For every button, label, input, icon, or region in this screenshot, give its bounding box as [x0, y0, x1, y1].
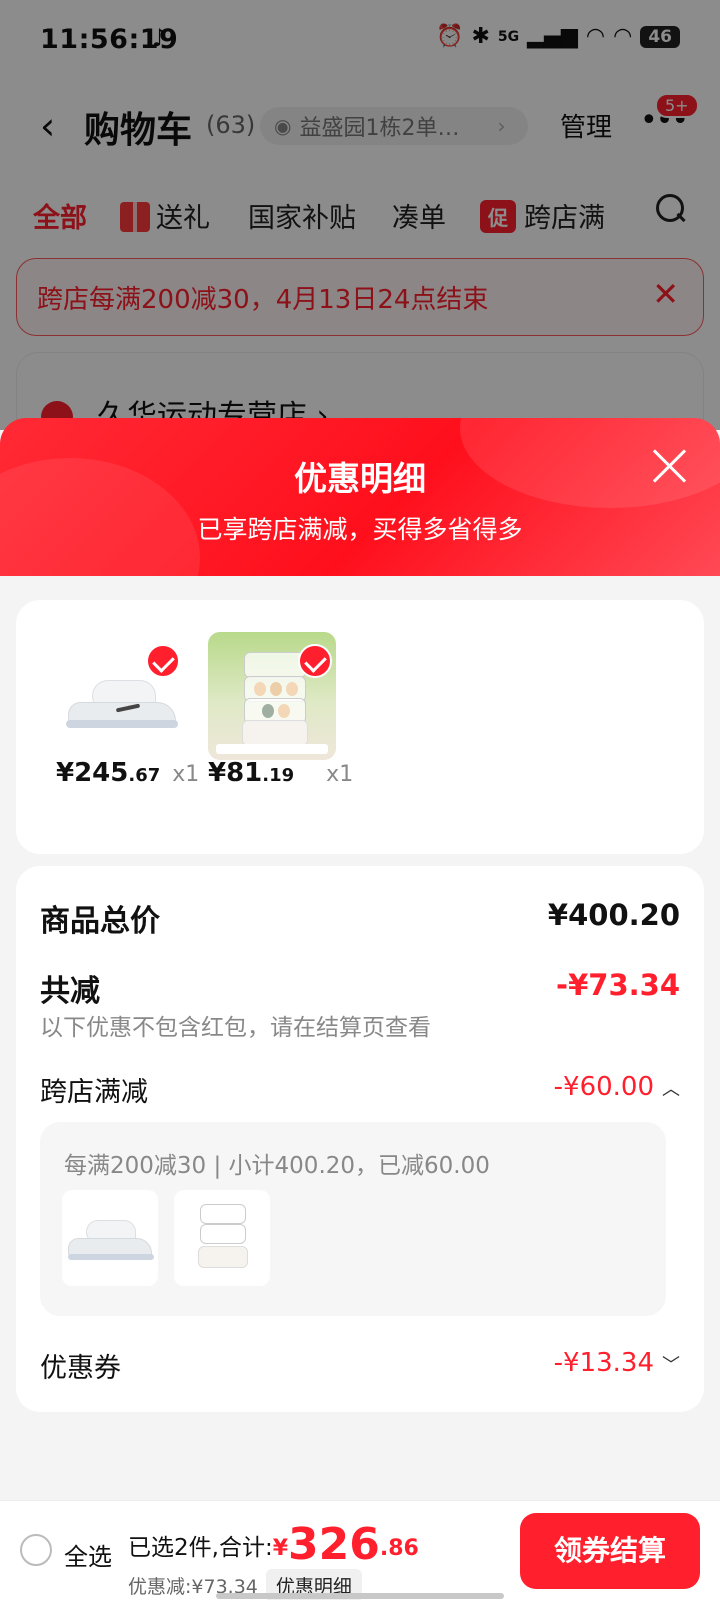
reduce-hint: 以下优惠不包含红包，请在结算页查看 [40, 1015, 431, 1041]
total-reduce-value: -¥73.34 [556, 968, 680, 1002]
select-all-label[interactable]: 全选 [64, 1537, 112, 1572]
selected-total: 已选2件,合计:¥326.86 [128, 1519, 419, 1570]
discount-sheet-header: 优惠明细 已享跨店满减，买得多省得多 [0, 418, 720, 576]
total-reduce-label: 共减 [40, 974, 100, 1009]
thumb-steamer [174, 1190, 270, 1286]
product-image-steamer [208, 632, 336, 760]
total-price-label: 商品总价 [40, 904, 160, 939]
chevron-up-icon: ︿ [662, 1079, 680, 1100]
cart-page-background: 11:56:19 ♪ ⏰ ✱ 5G ▂▄▆ ◠ ◠ 46 ‹ 购物车 (63) … [0, 0, 720, 472]
product-image-shoe [56, 632, 184, 760]
product-item-steamer[interactable] [208, 632, 336, 760]
product-item-shoe[interactable] [56, 632, 184, 760]
selected-count-text: 已选2件,合计: [128, 1535, 273, 1561]
modal-overlay[interactable] [0, 0, 720, 430]
coupon-label: 优惠券 [40, 1353, 121, 1384]
cross-store-rule: 每满200减30 | 小计400.20，已减60.00 [64, 1153, 490, 1179]
cross-store-label: 跨店满减 [40, 1077, 148, 1108]
cross-store-toggle[interactable]: -¥60.00 ︿ [554, 1072, 680, 1102]
product-checked-icon [298, 644, 332, 678]
cross-store-detail: 每满200减30 | 小计400.20，已减60.00 [40, 1122, 666, 1316]
chevron-down-icon: ﹀ [662, 1355, 680, 1376]
discount-sheet-body: ¥245.67 x1 ¥81.19 x1 商品总价 ¥400.20 共减 -¥7… [0, 576, 720, 1500]
total-integer: 326 [288, 1519, 380, 1570]
coupon-value: -¥13.34 [553, 1348, 654, 1378]
total-decimal: .86 [379, 1536, 419, 1561]
cross-store-value: -¥60.00 [553, 1072, 654, 1102]
select-all-checkbox[interactable] [20, 1534, 52, 1566]
checkout-button[interactable]: 领券结算 [520, 1513, 700, 1589]
total-price-value: ¥400.20 [547, 898, 680, 932]
selected-products-card: ¥245.67 x1 ¥81.19 x1 [16, 600, 704, 854]
product-checked-icon [146, 644, 180, 678]
close-icon[interactable] [648, 444, 692, 488]
sheet-title: 优惠明细 [294, 459, 426, 498]
price-summary-card: 商品总价 ¥400.20 共减 -¥73.34 以下优惠不包含红包，请在结算页查… [16, 866, 704, 1412]
home-indicator [216, 1593, 504, 1599]
sheet-subtitle: 已享跨店满减，买得多省得多 [197, 515, 523, 544]
coupon-toggle[interactable]: -¥13.34 ﹀ [554, 1348, 680, 1378]
total-currency: ¥ [272, 1536, 289, 1561]
product-price-steamer: ¥81.19 x1 [208, 758, 354, 788]
checkout-bar: 全选 已选2件,合计:¥326.86 优惠减:¥73.34 优惠明细 领券结算 [0, 1500, 720, 1600]
thumb-shoe [62, 1190, 158, 1286]
product-price-shoe: ¥245.67 x1 [56, 758, 200, 788]
